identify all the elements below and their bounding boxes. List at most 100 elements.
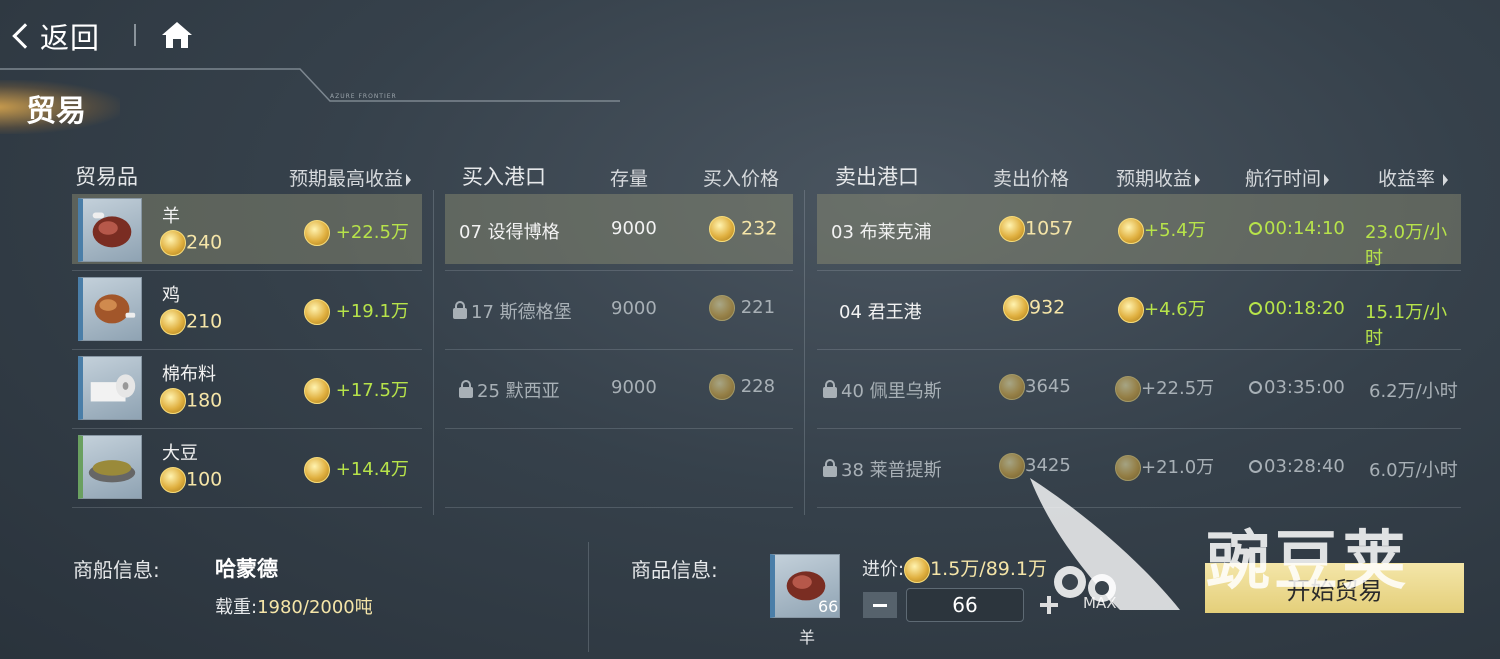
goods-price: 100	[186, 468, 223, 491]
coin-icon	[1003, 295, 1029, 321]
sort-time[interactable]: 航行时间	[1245, 164, 1330, 191]
coin-icon	[1118, 297, 1144, 323]
goods-row-mutton[interactable]: 羊 240 +22.5万	[72, 194, 422, 270]
page-title: 贸易	[26, 94, 86, 129]
goods-price: 180	[186, 389, 223, 412]
buy-price: 228	[740, 376, 776, 397]
load-value: 1980/2000吨	[257, 597, 373, 618]
coin-icon	[304, 457, 330, 483]
goods-header: 贸易品	[75, 165, 138, 189]
back-button[interactable]: 返回	[10, 14, 100, 58]
coin-icon	[709, 374, 735, 400]
sell-profit: +22.5万	[1141, 378, 1215, 399]
goods-price: 210	[186, 310, 223, 333]
buy-price: 232	[741, 217, 778, 240]
coin-icon	[304, 220, 330, 246]
bottom-divider	[588, 542, 589, 652]
timer-icon	[1249, 222, 1262, 235]
ship-info-label: 商船信息:	[73, 558, 160, 582]
sell-rate: 6.2万/小时	[1369, 381, 1458, 402]
cotton-cloth-icon	[78, 356, 142, 420]
sell-time: 03:28:40	[1264, 456, 1345, 477]
goods-price: 240	[186, 231, 223, 254]
quantity-field[interactable]: 66	[906, 588, 1024, 622]
soybean-icon	[78, 435, 142, 499]
chevron-left-icon	[12, 23, 38, 49]
sort-rate[interactable]: 收益率	[1378, 164, 1449, 191]
sell-port-name: 38 莱普提斯	[841, 460, 942, 481]
buy-port-name: 07 设得博格	[459, 222, 560, 243]
column-divider	[433, 190, 434, 515]
time-header: 航行时间	[1245, 168, 1322, 190]
buy-port-header: 买入港口	[462, 165, 546, 189]
goods-profit: +14.4万	[335, 459, 409, 480]
buy-stock: 9000	[611, 377, 657, 398]
coin-icon	[160, 309, 186, 335]
sell-port-name: 04 君王港	[839, 302, 922, 323]
cost-label: 进价:	[862, 559, 905, 580]
selected-goods-name: 羊	[799, 628, 816, 647]
minus-icon	[873, 603, 887, 607]
selected-goods-qty: 66	[818, 597, 839, 616]
column-divider	[804, 190, 805, 515]
sell-profit: +5.4万	[1144, 220, 1206, 241]
goods-row-cotton[interactable]: 棉布料 180 +17.5万	[72, 352, 422, 428]
sell-rate: 6.0万/小时	[1369, 460, 1458, 481]
sell-price-header: 卖出价格	[993, 168, 1070, 190]
sort-profit[interactable]: 预期收益	[1116, 164, 1201, 191]
sell-port-name: 03 布莱克浦	[831, 222, 932, 243]
sell-time: 00:18:20	[1264, 298, 1345, 319]
nav-divider	[134, 24, 136, 46]
sell-price: 3645	[1025, 376, 1071, 397]
coin-icon	[904, 557, 931, 583]
sell-port-row[interactable]: 04 君王港 932 +4.6万 00:18:20 15.1万/小时	[817, 273, 1461, 349]
stock-header: 存量	[610, 168, 649, 190]
coin-icon	[999, 374, 1025, 400]
buy-port-row[interactable]: 17 斯德格堡 9000 221	[445, 273, 793, 343]
sell-time: 03:35:00	[1264, 377, 1345, 398]
coin-icon	[1118, 218, 1144, 244]
sort-arrow-icon	[1195, 173, 1201, 186]
sell-rate: 23.0万/小时	[1365, 222, 1448, 269]
goods-row-soybean[interactable]: 大豆 100 +14.4万	[72, 431, 422, 507]
goods-row-chicken[interactable]: 鸡 210 +19.1万	[72, 273, 422, 349]
goods-name: 大豆	[162, 443, 198, 464]
sell-price: 932	[1029, 296, 1066, 319]
sort-arrow-icon	[406, 173, 412, 186]
ship-name: 哈蒙德	[215, 557, 278, 581]
goods-name: 鸡	[162, 285, 180, 306]
sell-rate: 15.1万/小时	[1365, 302, 1448, 349]
buy-port-name: 17 斯德格堡	[471, 302, 572, 323]
timer-icon	[1249, 381, 1262, 394]
buy-port-row[interactable]: 07 设得博格 9000 232	[445, 194, 793, 264]
sell-port-row[interactable]: 03 布莱克浦 1057 +5.4万 00:14:10 23.0万/小时	[817, 194, 1461, 269]
profit-header: 预期收益	[1116, 168, 1193, 190]
sell-port-row[interactable]: 40 佩里乌斯 3645 +22.5万 03:35:00 6.2万/小时	[817, 352, 1461, 422]
decrease-button[interactable]	[863, 592, 897, 618]
goods-profit: +17.5万	[335, 380, 409, 401]
home-icon[interactable]	[160, 20, 194, 50]
sell-port-header: 卖出港口	[835, 165, 919, 189]
sort-max-profit[interactable]: 预期最高收益	[289, 164, 412, 191]
buy-port-row[interactable]: 25 默西亚 9000 228	[445, 352, 793, 422]
coin-icon	[709, 295, 735, 321]
coin-icon	[160, 467, 186, 493]
buy-stock: 9000	[611, 298, 657, 319]
timer-icon	[1249, 302, 1262, 315]
sell-time: 00:14:10	[1264, 218, 1345, 239]
sell-profit: +4.6万	[1144, 299, 1206, 320]
sort-arrow-icon	[1324, 173, 1330, 186]
goods-name: 羊	[162, 206, 180, 227]
page-subtitle: AZURE FRONTIER	[330, 93, 397, 100]
buy-port-name: 25 默西亚	[477, 381, 560, 402]
timer-icon	[1249, 460, 1262, 473]
goods-info-label: 商品信息:	[631, 558, 718, 582]
goods-name: 棉布料	[162, 364, 216, 385]
goods-profit: +19.1万	[335, 301, 409, 322]
watermark-text: 豌豆荚	[1206, 525, 1410, 599]
roast-chicken-icon	[78, 277, 142, 341]
coin-icon	[304, 299, 330, 325]
goods-profit: +22.5万	[335, 222, 409, 243]
mutton-icon	[78, 198, 142, 262]
lock-icon	[823, 459, 837, 477]
